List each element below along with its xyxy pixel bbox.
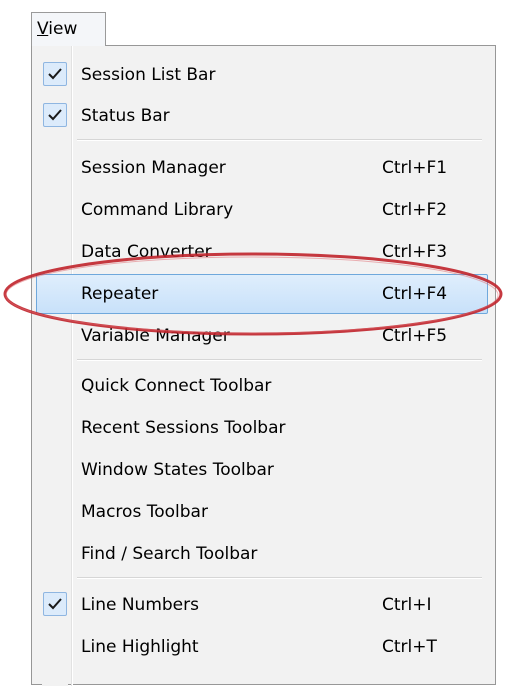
menu-item-line-highlight[interactable]: Line Highlight Ctrl+T (36, 627, 488, 667)
menu-item-data-converter[interactable]: Data Converter Ctrl+F3 (36, 232, 488, 272)
menu-item-command-library[interactable]: Command Library Ctrl+F2 (36, 190, 488, 230)
menu-item-label: Session Manager (81, 158, 226, 178)
menu-item-label: Repeater (81, 284, 159, 304)
menu-item-repeater[interactable]: Repeater Ctrl+F4 (36, 274, 488, 314)
menu-item-shortcut: Ctrl+I (382, 595, 432, 615)
menu-item-label: Find / Search Toolbar (81, 544, 258, 564)
checkmark-icon (43, 103, 67, 127)
menu-item-shortcut: Ctrl+F3 (382, 242, 448, 262)
menu-item-label: Macros Toolbar (81, 502, 208, 522)
menu-item-status-bar[interactable]: Status Bar (36, 96, 488, 136)
menu-item-recent-sessions-toolbar[interactable]: Recent Sessions Toolbar (36, 408, 488, 448)
menu-item-label: Variable Manager (81, 326, 230, 346)
menu-item-label: Session List Bar (81, 65, 216, 85)
menu-separator (77, 359, 482, 361)
menu-item-shortcut: Ctrl+T (382, 637, 437, 657)
menu-item-label: Status Bar (81, 106, 170, 126)
menu-separator (77, 577, 482, 579)
menu-item-session-manager[interactable]: Session Manager Ctrl+F1 (36, 148, 488, 188)
menu-item-label: Line Numbers (81, 595, 199, 615)
menu-item-shortcut: Ctrl+F1 (382, 158, 448, 178)
menu-item-label: Quick Connect Toolbar (81, 376, 272, 396)
menu-item-shortcut: Ctrl+F5 (382, 326, 448, 346)
menu-item-macros-toolbar[interactable]: Macros Toolbar (36, 492, 488, 532)
checkmark-icon (43, 62, 67, 86)
menu-item-label: Recent Sessions Toolbar (81, 418, 286, 438)
menu-item-label: Command Library (81, 200, 234, 220)
menu-item-variable-manager[interactable]: Variable Manager Ctrl+F5 (36, 316, 488, 356)
menu-item-find-search-toolbar[interactable]: Find / Search Toolbar (36, 534, 488, 574)
view-label: iew (48, 19, 78, 39)
menu-item-session-list-bar[interactable]: Session List Bar (36, 55, 488, 95)
menu-item-label: Line Highlight (81, 637, 199, 657)
menu-item-line-numbers[interactable]: Line Numbers Ctrl+I (36, 585, 488, 625)
menu-item-shortcut: Ctrl+F2 (382, 200, 448, 220)
menu-item-window-states-toolbar[interactable]: Window States Toolbar (36, 450, 488, 490)
menu-item-shortcut: Ctrl+F4 (382, 284, 448, 304)
menu-item-label: Data Converter (81, 242, 212, 262)
menu-separator (77, 139, 482, 141)
view-mnemonic: V (37, 19, 49, 39)
checkmark-icon (43, 592, 67, 616)
menu-view[interactable]: View (31, 12, 106, 46)
menu-item-quick-connect-toolbar[interactable]: Quick Connect Toolbar (36, 366, 488, 406)
menu-item-label: Window States Toolbar (81, 460, 274, 480)
